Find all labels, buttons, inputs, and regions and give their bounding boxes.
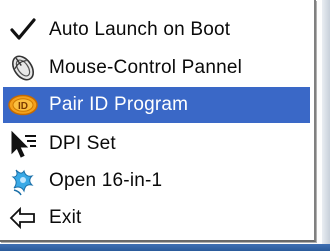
window-edge xyxy=(322,0,330,251)
menu-item-label: Exit xyxy=(49,207,82,228)
menu-item-label: Pair ID Program xyxy=(49,94,189,115)
taskbar-edge xyxy=(0,244,330,251)
menu-item-label: DPI Set xyxy=(49,133,116,154)
dpi-cursor-icon xyxy=(3,126,43,162)
menu-item-pair-id-program[interactable]: ID Pair ID Program xyxy=(3,87,310,123)
menu-item-label: Open 16-in-1 xyxy=(49,170,163,191)
menu-item-mouse-control-panel[interactable]: Mouse-Control Pannel xyxy=(3,50,310,86)
menu-item-dpi-set[interactable]: DPI Set xyxy=(3,126,310,162)
menu-item-label: Auto Launch on Boot xyxy=(49,19,231,40)
menu-item-label: Mouse-Control Pannel xyxy=(49,57,243,78)
exit-arrow-icon xyxy=(3,200,43,236)
context-menu: Auto Launch on Boot Mouse-Control Pannel… xyxy=(0,0,316,242)
menu-item-exit[interactable]: Exit xyxy=(3,200,310,236)
svg-text:ID: ID xyxy=(18,101,28,112)
pair-id-icon: ID xyxy=(3,87,43,123)
mouse-control-icon xyxy=(3,50,43,86)
menu-item-auto-launch[interactable]: Auto Launch on Boot xyxy=(3,12,310,48)
open-16in1-icon xyxy=(3,163,43,199)
menu-item-open-16-in-1[interactable]: Open 16-in-1 xyxy=(3,163,310,199)
checkmark-icon xyxy=(3,12,43,48)
